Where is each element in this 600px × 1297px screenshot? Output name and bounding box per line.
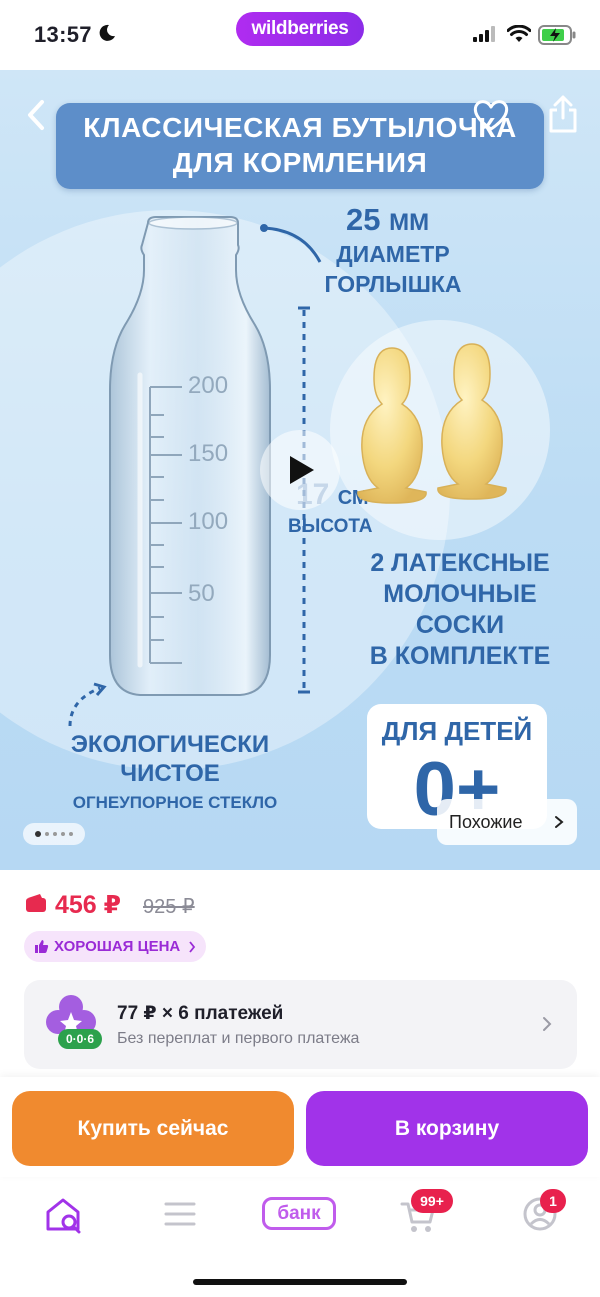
eco-pointer [68, 682, 107, 727]
scale-mark-150: 150 [188, 440, 229, 467]
neck-size-unit: ММ [389, 209, 430, 236]
neck-size-value: 25 [346, 202, 381, 237]
installments-card[interactable]: 0·0·6 [24, 980, 577, 1069]
teats-image [357, 343, 507, 504]
cellular-signal-icon [473, 26, 495, 42]
moon-icon [99, 24, 115, 41]
scale-mark-50: 50 [188, 580, 215, 607]
scale-mark-200: 200 [188, 372, 229, 399]
good-price-label: ХОРОШАЯ ЦЕНА [54, 938, 181, 955]
similar-button[interactable]: Похожие [437, 799, 577, 845]
image-title-line1: КЛАССИЧЕСКАЯ БУТЫЛОЧКА [83, 112, 517, 143]
teats-line1: 2 ЛАТЕКСНЫЕ [370, 549, 550, 577]
chevron-right-icon [555, 816, 564, 828]
similar-label: Похожие [449, 812, 523, 832]
installment-subtitle: Без переплат и первого платежа [117, 1030, 360, 1047]
product-gallery[interactable]: КЛАССИЧЕСКАЯ БУТЫЛОЧКА ДЛЯ КОРМЛЕНИЯ 200… [0, 70, 600, 870]
status-time: 13:57 [34, 22, 92, 47]
chevron-right-icon [189, 941, 196, 953]
back-arrow-icon[interactable] [22, 96, 50, 134]
add-to-cart-button[interactable]: В корзину [306, 1091, 588, 1166]
buy-now-button[interactable]: Купить сейчас [12, 1091, 294, 1166]
gallery-pagination [23, 823, 85, 845]
pagination-dot-active [35, 831, 41, 837]
tab-catalog[interactable] [152, 1190, 208, 1240]
pagination-dot [45, 832, 49, 836]
installment-title: 77 ₽ × 6 платежей [117, 1003, 284, 1024]
profile-count-badge: 1 [540, 1189, 566, 1213]
heart-icon[interactable] [472, 98, 510, 132]
home-search-icon [46, 1198, 81, 1234]
battery-icon [538, 25, 576, 45]
chevron-right-icon [543, 1017, 552, 1031]
cart-count-badge: 99+ [411, 1189, 453, 1213]
thumbs-up-icon [35, 940, 49, 953]
tab-home-search[interactable] [36, 1190, 92, 1240]
share-icon[interactable] [546, 94, 580, 134]
pagination-dot [61, 832, 65, 836]
eco-line2: ЧИСТОЕ [120, 760, 220, 787]
wifi-icon [507, 25, 531, 42]
neck-label-line2: ГОРЛЫШКА [324, 271, 462, 297]
wallet-icon [26, 894, 46, 912]
wildberries-logo: wildberries [236, 12, 364, 46]
neck-size: 25 ММ [346, 202, 429, 238]
old-price: 925 ₽ [143, 896, 195, 918]
play-video-button[interactable] [260, 430, 340, 510]
menu-icon [164, 1202, 196, 1226]
eco-line3: ОГНЕУПОРНОЕ СТЕКЛО [72, 793, 278, 812]
neck-label-line1: ДИАМЕТР [336, 241, 450, 267]
pagination-dot [69, 832, 73, 836]
product-price: 456 ₽ [55, 891, 122, 919]
pagination-dot [53, 832, 57, 836]
teats-line3: СОСКИ [415, 611, 505, 639]
eco-line1: ЭКОЛОГИЧЕСКИ [70, 731, 270, 758]
good-price-badge[interactable]: ХОРОШАЯ ЦЕНА [24, 931, 207, 962]
installment-badge: 0·0·6 [58, 1029, 102, 1049]
teats-line2: МОЛОЧНЫЕ [383, 580, 537, 608]
height-label: ВЫСОТА [288, 516, 373, 537]
home-indicator [193, 1279, 407, 1285]
age-label: ДЛЯ ДЕТЕЙ [381, 716, 533, 746]
scale-mark-100: 100 [188, 508, 229, 535]
image-title-line2: ДЛЯ КОРМЛЕНИЯ [172, 147, 428, 178]
tab-bank[interactable]: банк [262, 1197, 336, 1230]
play-icon [290, 456, 314, 484]
teats-line4: В КОМПЛЕКТЕ [369, 642, 551, 670]
